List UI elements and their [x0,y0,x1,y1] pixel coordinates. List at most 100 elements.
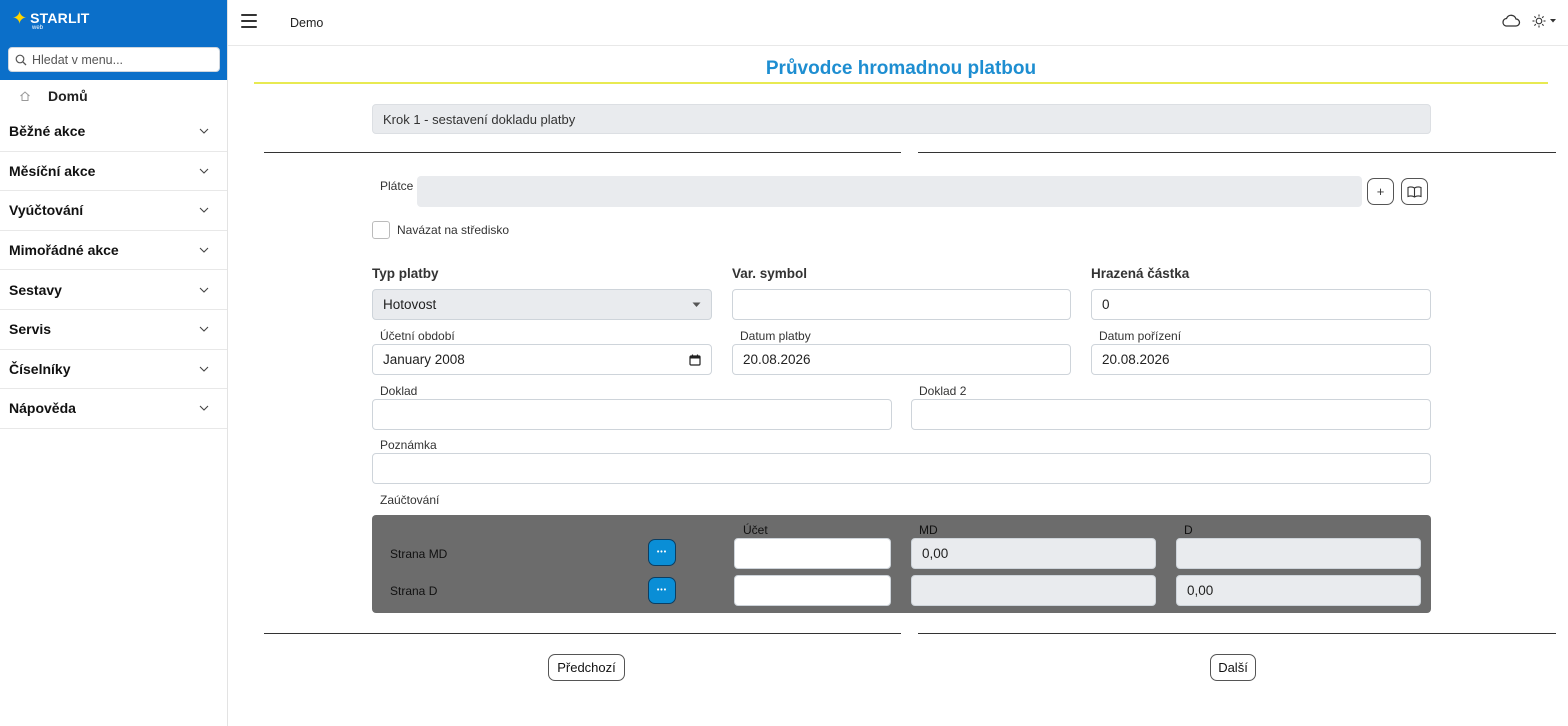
sidebar-item-mimoradne-akce[interactable]: Mimořádné akce [0,231,227,271]
brand-header: ✦ STARLIT web [0,0,227,80]
book-icon [1407,185,1422,198]
strana-d-md-field[interactable] [911,575,1156,606]
typ-platby-value: Hotovost [383,297,437,312]
more-icon: ••• [656,587,668,594]
poznamka-label: Poznámka [380,438,437,452]
sidebar-item-label: Měsíční akce [9,162,96,179]
divider [264,152,901,153]
previous-button[interactable]: Předchozí [548,654,625,681]
ucetni-obdobi-value: January 2008 [383,352,465,367]
sidebar-item-label: Číselníky [9,360,71,377]
divider [918,633,1556,634]
cloud-icon[interactable] [1501,14,1521,28]
platce-field[interactable] [417,176,1362,207]
sidebar-item-home[interactable]: Domů [0,80,227,112]
ucetni-obdobi-input[interactable]: January 2008 [372,344,712,375]
app-root: ✦ STARLIT web Domů Běžné akce Měsíční ak… [0,0,1568,726]
home-icon [20,91,30,101]
step-header: Krok 1 - sestavení dokladu platby [372,104,1431,134]
strana-md-label: Strana MD [390,547,448,561]
sidebar-menu: Běžné akce Měsíční akce Vyúčtování Mimoř… [0,112,227,429]
logo-subtext: web [32,25,44,31]
sidebar-item-label: Mimořádné akce [9,242,119,259]
chevron-down-icon [199,128,209,135]
doklad2-label: Doklad 2 [919,384,967,398]
stredisko-checkbox[interactable] [372,221,390,239]
sidebar-item-label: Nápověda [9,400,76,417]
chevron-down-icon [199,287,209,293]
d-header: D [1184,523,1193,537]
var-symbol-label: Var. symbol [732,266,808,281]
sidebar-item-ciselniky[interactable]: Číselníky [0,350,227,390]
sidebar-item-bezne-akce[interactable]: Běžné akce [0,112,227,152]
datum-porizeni-input[interactable]: 20.08.2026 [1091,344,1431,375]
strana-d-ucet-input[interactable] [734,575,891,606]
hrazena-castka-input[interactable]: 0 [1091,289,1431,320]
sidebar-item-sestavy[interactable]: Sestavy [0,270,227,310]
chevron-down-icon [199,208,209,214]
chevron-down-icon [199,326,209,333]
chevron-down-icon [199,247,209,253]
topbar: Demo [228,0,1568,46]
posting-panel: Účet MD D Strana MD ••• 0,00 Strana D ••… [372,515,1431,613]
divider [264,633,901,634]
strana-d-label: Strana D [390,584,438,598]
sidebar-item-label: Domů [48,88,88,104]
hrazena-castka-label: Hrazená částka [1091,266,1190,281]
typ-platby-select[interactable]: Hotovost [372,289,712,320]
chevron-down-icon [199,168,209,174]
datum-platby-label: Datum platby [740,329,811,343]
hamburger-icon[interactable] [241,14,257,28]
strana-md-ucet-input[interactable] [734,538,891,569]
caret-down-icon [1550,19,1556,23]
md-header: MD [919,523,938,537]
doklad-label: Doklad [380,384,418,398]
strana-d-account-picker-button[interactable]: ••• [648,577,676,604]
sidebar-item-napoveda[interactable]: Nápověda [0,389,227,429]
stredisko-checkbox-label: Navázat na středisko [397,223,510,237]
logo[interactable]: ✦ STARLIT [12,9,90,27]
datum-porizeni-label: Datum pořízení [1099,329,1182,343]
context-label: Demo [290,16,324,30]
sidebar-item-mesicni-akce[interactable]: Měsíční akce [0,152,227,192]
platce-lookup-button[interactable] [1401,178,1428,205]
strana-md-account-picker-button[interactable]: ••• [648,539,676,566]
var-symbol-input[interactable] [732,289,1071,320]
sidebar: ✦ STARLIT web Domů Běžné akce Měsíční ak… [0,0,228,726]
menu-search-input[interactable] [32,52,212,67]
plus-icon: + [1376,184,1385,199]
ucetni-obdobi-label: Účetní období [380,329,455,343]
datum-platby-input[interactable]: 20.08.2026 [732,344,1071,375]
doklad-input[interactable] [372,399,892,430]
sidebar-item-label: Běžné akce [9,123,86,140]
next-button[interactable]: Další [1210,654,1256,681]
sidebar-item-label: Sestavy [9,281,62,298]
sidebar-item-label: Servis [9,321,52,338]
strana-md-md-field[interactable]: 0,00 [911,538,1156,569]
sun-icon [1532,14,1546,28]
title-underline [254,82,1548,84]
sidebar-item-vyuctovani[interactable]: Vyúčtování [0,191,227,231]
chevron-down-icon [199,406,209,412]
zauctovani-label: Zaúčtování [380,493,440,507]
chevron-down-icon [199,366,209,372]
add-platce-button[interactable]: + [1367,178,1394,205]
typ-platby-label: Typ platby [372,266,439,281]
calendar-icon [689,354,701,366]
search-icon [15,54,27,65]
page-title: Průvodce hromadnou platbou [765,58,1037,79]
divider [918,152,1556,153]
sidebar-item-servis[interactable]: Servis [0,310,227,350]
more-icon: ••• [656,549,668,556]
ucet-header: Účet [743,523,768,537]
menu-search [8,47,220,72]
star-icon: ✦ [12,8,28,28]
doklad2-input[interactable] [911,399,1431,430]
platce-label: Plátce [380,179,414,193]
caret-down-icon [692,302,701,307]
poznamka-input[interactable] [372,453,1431,484]
strana-d-d-field[interactable]: 0,00 [1176,575,1421,606]
sidebar-item-label: Vyúčtování [9,202,84,219]
theme-toggle[interactable] [1532,14,1562,28]
strana-md-d-field[interactable] [1176,538,1421,569]
